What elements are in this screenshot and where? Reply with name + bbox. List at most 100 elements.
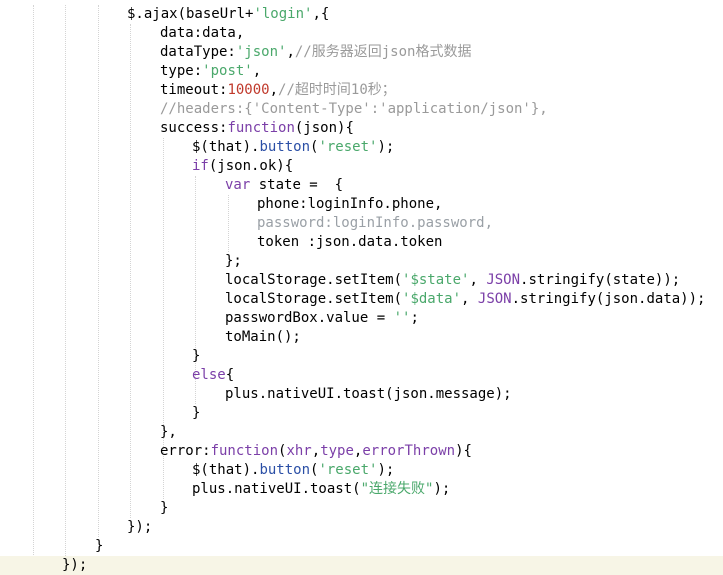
code-token: $.ajax(baseUrl+	[127, 6, 254, 22]
code-text: }	[192, 404, 200, 423]
code-line[interactable]: };	[0, 252, 723, 271]
code-token: token :json.data.token	[257, 234, 443, 250]
code-line[interactable]: localStorage.setItem('$data', JSON.strin…	[0, 290, 723, 309]
code-token: xhr	[286, 443, 312, 459]
code-token: 'post'	[202, 63, 253, 79]
code-line[interactable]: timeout:10000,//超时时间10秒；	[0, 81, 723, 100]
code-line[interactable]: localStorage.setItem('$state', JSON.stri…	[0, 271, 723, 290]
code-token: ,	[461, 291, 478, 307]
code-text: plus.nativeUI.toast("连接失败");	[192, 480, 450, 499]
code-line[interactable]: data:data,	[0, 24, 723, 43]
code-text: localStorage.setItem('$state', JSON.stri…	[225, 271, 680, 290]
code-line[interactable]: $(that).button('reset');	[0, 461, 723, 480]
code-text: $(that).button('reset');	[192, 461, 394, 480]
code-text: password:loginInfo.password,	[257, 214, 493, 233]
code-token: "连接失败"	[360, 481, 434, 497]
code-token: var	[225, 177, 251, 193]
code-line[interactable]: toMain();	[0, 328, 723, 347]
code-token: JSON	[477, 291, 512, 307]
code-token: //超时时间10秒；	[278, 82, 396, 98]
code-token: ,	[311, 443, 321, 459]
code-token: errorThrown	[362, 443, 456, 459]
code-text: error:function(xhr,type,errorThrown){	[160, 442, 472, 461]
code-token: },	[160, 424, 177, 440]
code-line[interactable]: },	[0, 423, 723, 442]
code-token: 'json'	[235, 44, 287, 60]
code-line[interactable]: }	[0, 537, 723, 556]
code-line[interactable]: $.ajax(baseUrl+'login',{	[0, 5, 723, 24]
code-token: $(that).	[192, 462, 260, 478]
code-line[interactable]: password:loginInfo.password,	[0, 214, 723, 233]
code-line[interactable]: }	[0, 499, 723, 518]
code-token: button	[259, 139, 311, 155]
code-token: state = {	[250, 177, 344, 193]
code-token: //服务器返回json格式数据	[294, 44, 472, 60]
code-token: }	[95, 538, 104, 554]
code-token: else	[192, 367, 226, 383]
code-line[interactable]: //headers:{'Content-Type':'application/j…	[0, 100, 723, 119]
code-line[interactable]: error:function(xhr,type,errorThrown){	[0, 442, 723, 461]
code-text: };	[225, 252, 242, 271]
code-line[interactable]: token :json.data.token	[0, 233, 723, 252]
code-token: });	[127, 519, 153, 535]
code-line[interactable]: dataType:'json',//服务器返回json格式数据	[0, 43, 723, 62]
code-token: //headers:{'Content-Type':'application/j…	[160, 101, 548, 117]
code-text: });	[127, 518, 152, 537]
code-text: dataType:'json',//服务器返回json格式数据	[160, 43, 471, 62]
code-line[interactable]: else{	[0, 366, 723, 385]
code-token: .stringify(json.data));	[511, 291, 706, 307]
code-token: 'reset'	[318, 462, 378, 478]
code-text: $.ajax(baseUrl+'login',{	[127, 5, 329, 24]
code-token: {	[225, 367, 235, 383]
code-text: }	[95, 537, 103, 556]
code-token: ,{	[312, 6, 330, 22]
code-text: }	[160, 499, 168, 518]
code-text: if(json.ok){	[192, 157, 293, 176]
code-token: function	[227, 120, 295, 136]
code-line[interactable]: type:'post',	[0, 62, 723, 81]
code-line[interactable]: }	[0, 404, 723, 423]
code-text: else{	[192, 366, 234, 385]
code-token: password:loginInfo.password,	[257, 215, 494, 231]
code-line[interactable]: phone:loginInfo.phone,	[0, 195, 723, 214]
code-line[interactable]: success:function(json){	[0, 119, 723, 138]
code-text: token :json.data.token	[257, 233, 442, 252]
code-token: ,	[286, 44, 295, 60]
code-text: var state = {	[225, 176, 343, 195]
code-token: 'reset'	[318, 139, 378, 155]
code-line-active[interactable]: });	[0, 556, 723, 575]
code-line[interactable]: }	[0, 347, 723, 366]
code-line[interactable]: plus.nativeUI.toast(json.message);	[0, 385, 723, 404]
code-token: );	[377, 462, 395, 478]
code-token: timeout:	[160, 82, 228, 98]
code-line[interactable]: if(json.ok){	[0, 157, 723, 176]
code-token: toMain();	[225, 329, 301, 345]
code-token: ,	[269, 82, 279, 98]
code-line[interactable]: passwordBox.value = '';	[0, 309, 723, 328]
code-editor[interactable]: $.ajax(baseUrl+'login',{data:data, dataTy…	[0, 0, 723, 575]
code-token: ){	[455, 443, 472, 459]
code-token: (json){	[294, 120, 354, 136]
code-token: type	[320, 443, 354, 459]
code-line[interactable]: });	[0, 518, 723, 537]
code-token: dataType:	[160, 44, 236, 60]
code-text: },	[160, 423, 177, 442]
code-line[interactable]: var state = {	[0, 176, 723, 195]
code-token: plus.nativeUI.toast(json.message);	[225, 386, 512, 402]
code-token: JSON	[486, 272, 521, 288]
code-token: data:data,	[160, 25, 245, 41]
code-text: });	[62, 556, 87, 575]
code-line[interactable]: $(that).button('reset');	[0, 138, 723, 157]
code-line[interactable]: plus.nativeUI.toast("连接失败");	[0, 480, 723, 499]
code-token: };	[225, 253, 242, 269]
code-token: });	[62, 557, 88, 573]
code-token: (json.ok){	[208, 158, 294, 174]
code-token: error:	[160, 443, 211, 459]
code-token: }	[192, 348, 201, 364]
code-text: data:data,	[160, 24, 244, 43]
code-text: //headers:{'Content-Type':'application/j…	[160, 100, 548, 119]
code-text: passwordBox.value = '';	[225, 309, 419, 328]
code-token: ,	[469, 272, 487, 288]
code-text: type:'post',	[160, 62, 261, 81]
code-token: function	[210, 443, 279, 459]
